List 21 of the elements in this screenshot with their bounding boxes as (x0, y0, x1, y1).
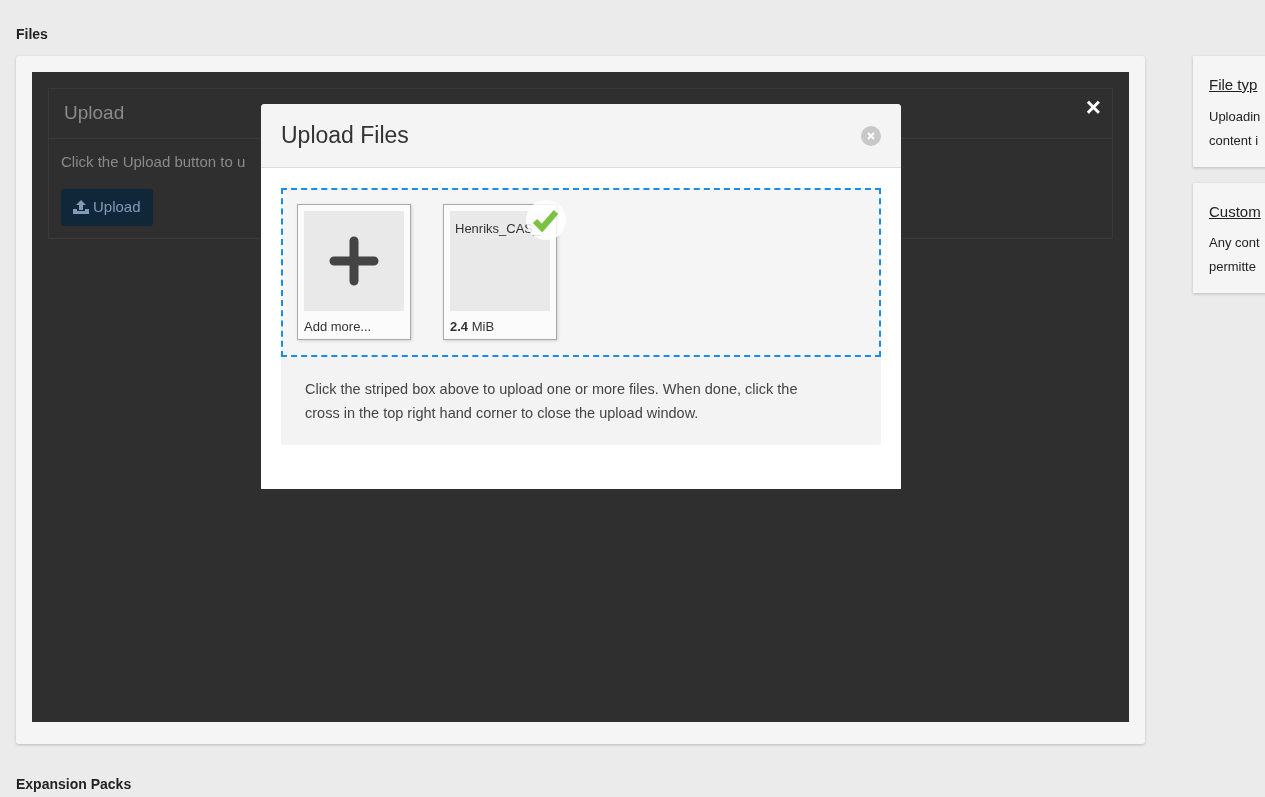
drop-zone[interactable]: Add more... Henriks_CAS_ 2.4 MiB (281, 188, 881, 357)
close-icon[interactable] (861, 125, 881, 146)
card-title[interactable]: File typ (1209, 74, 1265, 97)
upload-icon (73, 200, 89, 215)
card-title[interactable]: Custom (1209, 200, 1265, 223)
add-more-tile[interactable]: Add more... (297, 204, 411, 340)
card-text: Uploadin (1209, 107, 1262, 126)
close-button[interactable]: × (1085, 94, 1101, 120)
card-text: permitte (1209, 258, 1257, 276)
panel-text: Click the Upload button to u (61, 151, 247, 172)
section-heading: Expansion Packs (16, 775, 133, 794)
tile-label: Add more... (304, 318, 373, 336)
info-text: Click the striped box above to upload one or more files. When done, click the cross in the top right hand corner to close the upload window. (305, 380, 799, 423)
file-size: 2.4 MiB (450, 318, 496, 336)
dialog-title: Upload Files (281, 121, 409, 151)
section-heading: Files (16, 25, 49, 44)
upload-button[interactable]: Upload (61, 189, 153, 226)
file-name: Henriks_CAS_ (455, 220, 542, 238)
plus-icon (329, 236, 379, 286)
card-text: Any cont (1209, 234, 1261, 252)
card-text: content i (1209, 131, 1260, 150)
